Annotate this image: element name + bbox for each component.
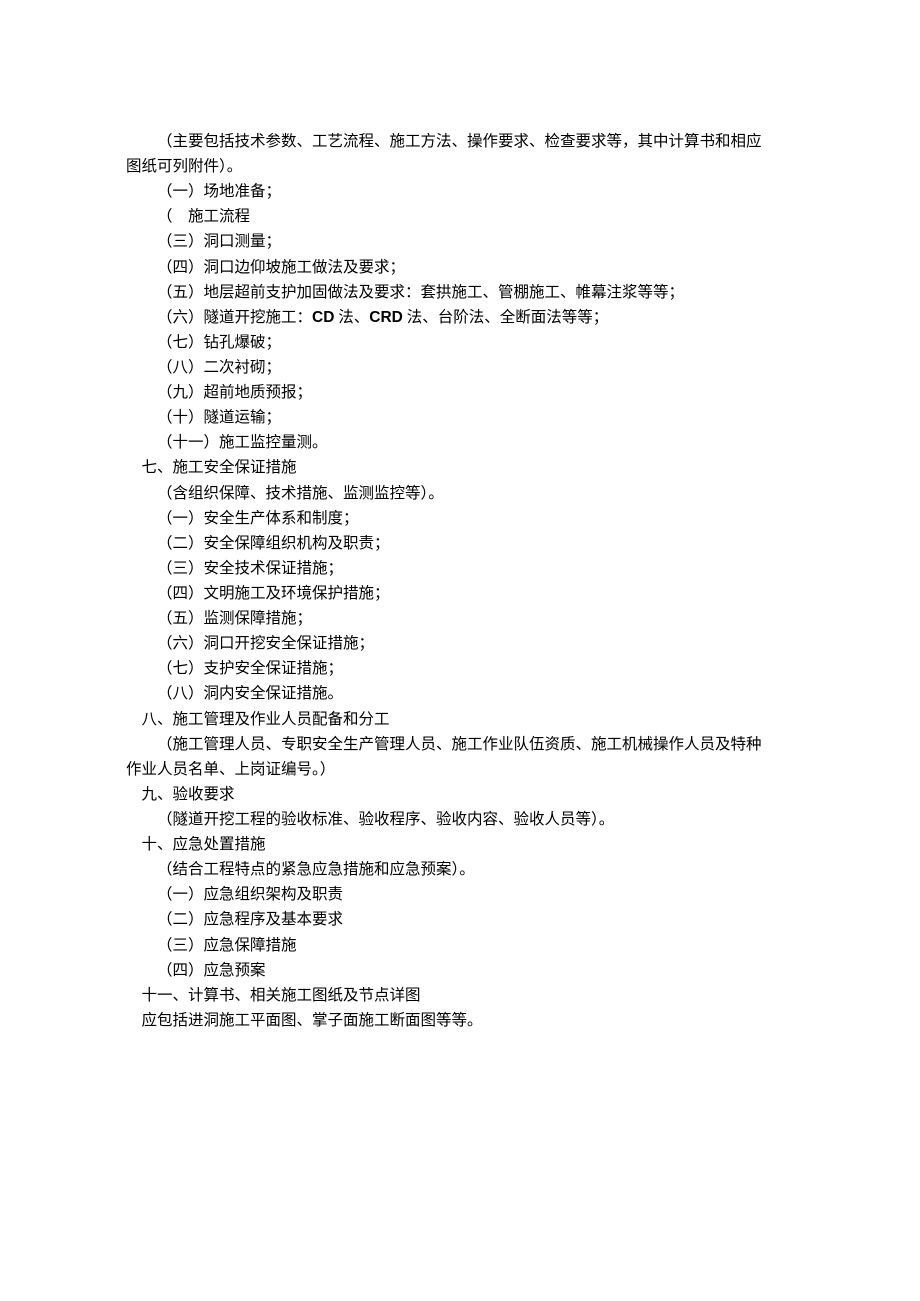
section-10-title: 十、应急处置措施 [126, 832, 794, 857]
item-6-5: （五）地层超前支护加固做法及要求：套拱施工、管棚施工、帷幕注浆等等； [126, 280, 794, 305]
item-10-1: （一）应急组织架构及职责 [126, 882, 794, 907]
section-8-note-l2: 作业人员名单、上岗证编号。） [126, 757, 794, 782]
section-7-title: 七、施工安全保证措施 [126, 455, 794, 480]
item-7-1: （一）安全生产体系和制度； [126, 506, 794, 531]
document-page: （主要包括技术参数、工艺流程、施工方法、操作要求、检查要求等，其中计算书和相应 … [0, 0, 920, 1301]
item-7-4: （四）文明施工及环境保护措施； [126, 581, 794, 606]
item-10-2: （二）应急程序及基本要求 [126, 907, 794, 932]
section-8-title: 八、施工管理及作业人员配备和分工 [126, 707, 794, 732]
section-9-title: 九、验收要求 [126, 782, 794, 807]
item-7-8: （八）洞内安全保证措施。 [126, 681, 794, 706]
item-6-6-mid2: 法、台阶法、全断面法等等； [403, 309, 608, 326]
section-8-note-l1: （施工管理人员、专职安全生产管理人员、施工作业队伍资质、施工机械操作人员及特种 [126, 732, 794, 757]
item-6-1: （一）场地准备； [126, 179, 794, 204]
item-7-6: （六）洞口开挖安全保证措施； [126, 631, 794, 656]
item-6-3: （三）洞口测量； [126, 229, 794, 254]
item-7-2: （二）安全保障组织机构及职责； [126, 531, 794, 556]
item-6-6: （六）隧道开挖施工：CD 法、CRD 法、台阶法、全断面法等等； [126, 305, 794, 330]
intro-line-1: （主要包括技术参数、工艺流程、施工方法、操作要求、检查要求等，其中计算书和相应 [126, 129, 794, 154]
section-11-note: 应包括进洞施工平面图、掌子面施工断面图等等。 [126, 1008, 794, 1033]
item-10-4: （四）应急预案 [126, 958, 794, 983]
section-11-title: 十一、计算书、相关施工图纸及节点详图 [126, 983, 794, 1008]
item-7-3: （三）安全技术保证措施； [126, 556, 794, 581]
item-7-7: （七）支护安全保证措施； [126, 656, 794, 681]
item-6-8: （八）二次衬砌； [126, 355, 794, 380]
item-6-2-text: 施工流程 [188, 208, 250, 225]
item-6-10: （十）隧道运输； [126, 405, 794, 430]
item-6-2: （ 施工流程 [126, 204, 794, 229]
item-6-7: （七）钻孔爆破； [126, 330, 794, 355]
item-6-6-pre: （六）隧道开挖施工： [157, 309, 312, 326]
intro-line-2: 图纸可列附件）。 [126, 154, 794, 179]
section-10-note: （结合工程特点的紧急应急措施和应急预案）。 [126, 857, 794, 882]
item-6-9: （九）超前地质预报； [126, 380, 794, 405]
item-6-2-paren: （ [157, 208, 173, 225]
item-6-11: （十一）施工监控量测。 [126, 430, 794, 455]
item-7-5: （五）监测保障措施； [126, 606, 794, 631]
item-6-6-mid1: 法、 [334, 309, 369, 326]
item-10-3: （三）应急保障措施 [126, 933, 794, 958]
item-6-6-crd: CRD [369, 309, 403, 326]
section-9-note: （隧道开挖工程的验收标准、验收程序、验收内容、验收人员等）。 [126, 807, 794, 832]
item-6-6-cd: CD [312, 309, 334, 326]
section-7-note: （含组织保障、技术措施、监测监控等）。 [126, 481, 794, 506]
item-6-4: （四）洞口边仰坡施工做法及要求； [126, 255, 794, 280]
